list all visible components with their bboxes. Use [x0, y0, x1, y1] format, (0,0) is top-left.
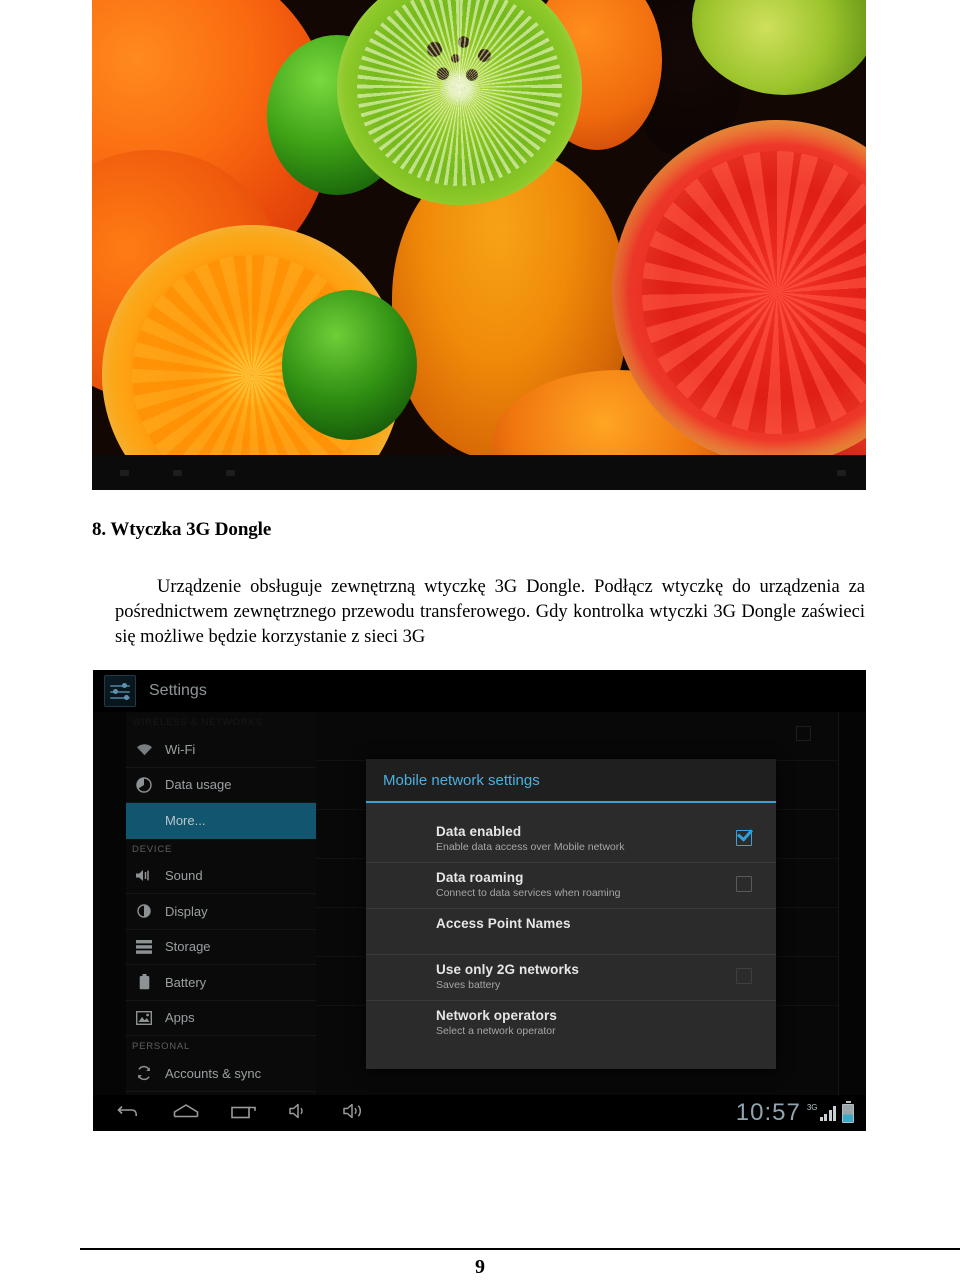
- dialog-header: Mobile network settings: [366, 759, 776, 803]
- sidebar-label: Battery: [165, 974, 207, 990]
- sidebar-section-device: DEVICE: [132, 843, 173, 855]
- sidebar-item-data-usage[interactable]: Data usage: [126, 768, 316, 803]
- option-network-operators[interactable]: Network operators Select a network opera…: [366, 1001, 776, 1047]
- sidebar-item-more[interactable]: More...: [126, 803, 316, 839]
- use-only-2g-checkbox[interactable]: [736, 968, 752, 984]
- data-roaming-checkbox[interactable]: [736, 876, 752, 892]
- sidebar-label: Sound: [165, 868, 203, 884]
- option-subtitle: Connect to data services when roaming: [436, 887, 621, 899]
- data-enabled-checkbox[interactable]: [736, 830, 752, 846]
- sidebar-item-sound[interactable]: Sound: [126, 859, 316, 894]
- option-title: Data enabled: [436, 824, 522, 839]
- option-title: Network operators: [436, 1008, 557, 1023]
- dialog-title: Mobile network settings: [383, 771, 540, 789]
- option-access-point-names[interactable]: Access Point Names: [366, 909, 776, 955]
- sync-icon: [134, 1063, 154, 1083]
- sidebar-item-storage[interactable]: Storage: [126, 930, 316, 965]
- settings-icon: [104, 675, 136, 707]
- volume-down-icon[interactable]: [289, 1103, 311, 1124]
- sidebar-label: Wi-Fi: [165, 741, 196, 757]
- status-area: 10:57 3G: [736, 1099, 854, 1127]
- sidebar-label: More...: [165, 812, 206, 828]
- apps-icon: [134, 1008, 154, 1028]
- network-type-label: 3G: [806, 1102, 818, 1112]
- photo-navbar-dot: [173, 469, 182, 476]
- sidebar-section-wireless: WIRELESS & NETWORKS: [132, 717, 263, 728]
- section-heading: 8. Wtyczka 3G Dongle: [92, 519, 272, 540]
- dialog-options-list: Data enabled Enable data access over Mob…: [366, 803, 776, 1047]
- sound-icon: [134, 866, 154, 886]
- settings-sidebar[interactable]: WIRELESS & NETWORKS Wi-Fi Data usage Mor…: [126, 712, 316, 1095]
- option-title: Use only 2G networks: [436, 962, 580, 977]
- display-icon: [134, 901, 154, 921]
- status-clock: 10:57: [735, 1099, 801, 1126]
- tablet-content: WIRELESS & NETWORKS Wi-Fi Data usage Mor…: [93, 712, 866, 1095]
- volume-up-icon[interactable]: [343, 1103, 369, 1124]
- body-paragraph: Urządzenie obsługuje zewnętrzną wtyczkę …: [115, 577, 865, 647]
- photo-navbar-dot: [120, 469, 129, 476]
- sidebar-item-apps[interactable]: Apps: [126, 1001, 316, 1036]
- tablet-action-bar: Settings: [93, 670, 866, 712]
- sidebar-item-wifi[interactable]: Wi-Fi: [126, 732, 316, 768]
- option-data-roaming[interactable]: Data roaming Connect to data services wh…: [366, 863, 776, 909]
- sidebar-label: Data usage: [165, 777, 232, 793]
- sidebar-item-accounts-sync[interactable]: Accounts & sync: [126, 1056, 316, 1092]
- tablet-screenshot: Settings WIRELESS & NETWORKS Wi-Fi Data …: [93, 670, 866, 1131]
- storage-icon: [134, 937, 154, 957]
- sidebar-item-display[interactable]: Display: [126, 894, 316, 930]
- option-data-enabled[interactable]: Data enabled Enable data access over Mob…: [366, 817, 776, 863]
- bg-divider: [838, 712, 839, 1095]
- android-system-bar: 10:57 3G: [93, 1095, 866, 1131]
- page-number: 9: [475, 1256, 485, 1278]
- back-icon[interactable]: [117, 1103, 141, 1124]
- mobile-network-settings-dialog: Mobile network settings Data enabled Ena…: [366, 759, 776, 1069]
- sidebar-label: Accounts & sync: [165, 1065, 262, 1081]
- option-title: Access Point Names: [436, 916, 571, 931]
- wifi-icon: [134, 739, 154, 759]
- fruit-photo: [92, 0, 866, 490]
- option-title: Data roaming: [436, 870, 524, 885]
- option-subtitle: Select a network operator: [436, 1025, 556, 1037]
- sidebar-section-personal: PERSONAL: [132, 1041, 191, 1052]
- data-usage-icon: [134, 775, 154, 795]
- signal-bars-icon: [819, 1105, 836, 1121]
- fruit-photo-canvas: [92, 0, 866, 455]
- navigation-buttons: [117, 1103, 369, 1124]
- option-subtitle: Saves battery: [436, 979, 501, 991]
- app-title: Settings: [149, 682, 207, 699]
- photo-shape-kiwi-seeds: [417, 31, 502, 93]
- option-use-only-2g[interactable]: Use only 2G networks Saves battery: [366, 955, 776, 1001]
- sidebar-label: Display: [165, 903, 208, 919]
- battery-icon: [842, 1100, 854, 1123]
- photo-device-navbar: [92, 455, 866, 490]
- battery-icon: [134, 972, 154, 992]
- photo-navbar-dot: [226, 469, 235, 476]
- footer-divider: [80, 1248, 960, 1250]
- option-subtitle: Enable data access over Mobile network: [436, 841, 625, 853]
- bg-checkbox: [796, 726, 811, 741]
- bg-row: [316, 712, 839, 761]
- recents-icon[interactable]: [231, 1103, 257, 1124]
- photo-navbar-dot: [837, 469, 846, 476]
- sidebar-label: Apps: [165, 1010, 195, 1026]
- photo-shape-lime-bottom: [282, 290, 417, 440]
- home-icon[interactable]: [173, 1103, 199, 1124]
- sidebar-item-battery[interactable]: Battery: [126, 965, 316, 1001]
- sidebar-label: Storage: [165, 939, 211, 955]
